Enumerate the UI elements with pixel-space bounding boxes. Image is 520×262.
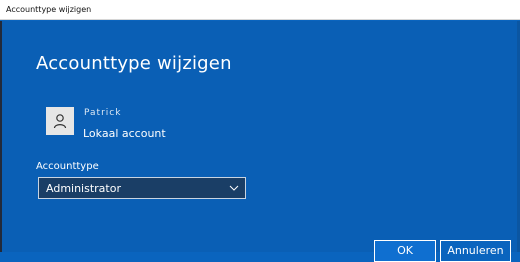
chevron-down-icon [229, 185, 239, 191]
account-kind-label: Lokaal account [83, 127, 166, 140]
window-titlebar[interactable]: Accounttype wijzigen [0, 0, 520, 20]
window-title: Accounttype wijzigen [6, 5, 92, 14]
dialog-content: Accounttype wijzigen Patrick Lokaal acco… [0, 21, 520, 262]
user-name: Patrick [84, 108, 122, 118]
account-type-select[interactable]: Administrator [38, 177, 246, 199]
avatar [46, 107, 74, 135]
account-type-value: Administrator [46, 182, 121, 195]
cancel-button[interactable]: Annuleren [440, 240, 511, 262]
person-icon [53, 114, 67, 129]
dialog-heading: Accounttype wijzigen [36, 53, 232, 74]
ok-button[interactable]: OK [374, 240, 436, 262]
account-type-label: Accounttype [36, 161, 99, 172]
